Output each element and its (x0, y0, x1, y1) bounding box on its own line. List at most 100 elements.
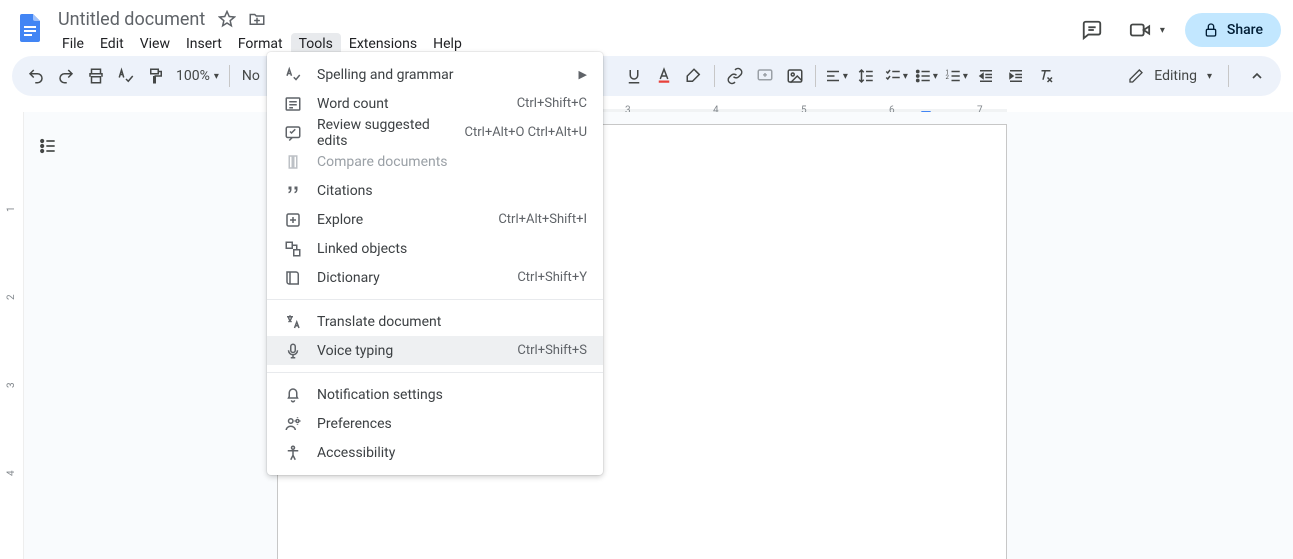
insert-image-button[interactable] (781, 62, 809, 90)
title-area: Untitled document File Edit View Insert … (54, 6, 1074, 56)
vruler-number: 4 (6, 470, 17, 476)
show-outline-button[interactable] (32, 130, 64, 162)
styles-value: No (242, 68, 260, 84)
menu-edit[interactable]: Edit (92, 33, 132, 55)
compare-icon (283, 152, 303, 172)
menu-item-citations[interactable]: Citations (267, 176, 603, 205)
redo-button[interactable] (52, 62, 80, 90)
menu-item-preferences[interactable]: Preferences (267, 409, 603, 438)
underline-button[interactable] (620, 62, 648, 90)
menu-label: Review suggested edits (317, 117, 439, 149)
menu-item-translate[interactable]: Translate document (267, 307, 603, 336)
menu-label: Preferences (317, 416, 587, 432)
menu-item-dictionary[interactable]: Dictionary Ctrl+Shift+Y (267, 263, 603, 292)
dictionary-icon (283, 268, 303, 288)
add-comment-button[interactable] (751, 62, 779, 90)
citations-icon (283, 181, 303, 201)
share-button[interactable]: Share (1185, 13, 1281, 47)
bell-icon (283, 385, 303, 405)
menu-label: Accessibility (317, 445, 587, 461)
line-spacing-button[interactable] (852, 62, 880, 90)
svg-text:2: 2 (945, 74, 949, 81)
toolbar-separator (229, 65, 230, 87)
menu-label: Explore (317, 212, 472, 228)
menu-item-spelling[interactable]: Spelling and grammar ▶ (267, 60, 603, 89)
header-right: ▾ Share (1074, 12, 1281, 48)
move-icon[interactable] (245, 7, 269, 31)
toolbar-separator (714, 65, 715, 87)
menu-label: Spelling and grammar (317, 67, 565, 83)
menu-label: Citations (317, 183, 587, 199)
microphone-icon (283, 341, 303, 361)
accessibility-icon (283, 443, 303, 463)
menu-file[interactable]: File (54, 33, 92, 55)
menu-shortcut: Ctrl+Shift+S (517, 343, 587, 358)
menu-insert[interactable]: Insert (178, 33, 230, 55)
video-dropdown-icon[interactable]: ▾ (1160, 25, 1165, 36)
document-title[interactable]: Untitled document (54, 9, 209, 30)
menu-item-notifications[interactable]: Notification settings (267, 380, 603, 409)
highlight-button[interactable] (680, 62, 708, 90)
menu-item-review[interactable]: Review suggested edits Ctrl+Alt+O Ctrl+A… (267, 118, 603, 147)
menu-label: Voice typing (317, 343, 491, 359)
clear-formatting-button[interactable] (1032, 62, 1060, 90)
print-button[interactable] (82, 62, 110, 90)
star-icon[interactable] (215, 7, 239, 31)
checklist-button[interactable]: ▾ (882, 62, 910, 90)
workspace: 1 2 3 4 (0, 112, 1293, 559)
lock-icon (1203, 22, 1219, 38)
undo-button[interactable] (22, 62, 50, 90)
toolbar: 100% ▾ No ▾ ▾ ▾ 12▾ Editing ▾ (12, 56, 1281, 96)
linked-icon (283, 239, 303, 259)
numbered-list-button[interactable]: 12▾ (942, 62, 970, 90)
vertical-ruler[interactable]: 1 2 3 4 (0, 112, 24, 559)
docs-logo-icon[interactable] (12, 10, 48, 46)
vruler-number: 1 (6, 206, 17, 212)
chevron-down-icon: ▾ (1207, 71, 1212, 82)
zoom-select[interactable]: 100% ▾ (172, 68, 223, 84)
text-color-button[interactable] (650, 62, 678, 90)
menu-label: Translate document (317, 314, 587, 330)
menu-view[interactable]: View (132, 33, 178, 55)
insert-link-button[interactable] (721, 62, 749, 90)
menu-item-linked[interactable]: Linked objects (267, 234, 603, 263)
spellcheck-icon (283, 65, 303, 85)
menu-item-wordcount[interactable]: Word count Ctrl+Shift+C (267, 89, 603, 118)
menu-label: Linked objects (317, 241, 587, 257)
align-button[interactable]: ▾ (822, 62, 850, 90)
paint-format-button[interactable] (142, 62, 170, 90)
pencil-icon (1128, 68, 1144, 84)
toolbar-container: 100% ▾ No ▾ ▾ ▾ 12▾ Editing ▾ (0, 56, 1293, 104)
review-icon (283, 123, 303, 143)
collapse-toolbar-button[interactable] (1243, 62, 1271, 90)
menu-separator (267, 372, 603, 373)
menu-shortcut: Ctrl+Alt+Shift+I (498, 212, 587, 227)
comments-icon[interactable] (1074, 12, 1110, 48)
share-label: Share (1227, 22, 1263, 38)
toolbar-separator (815, 65, 816, 87)
video-call-icon[interactable] (1122, 12, 1158, 48)
tools-menu-dropdown: Spelling and grammar ▶ Word count Ctrl+S… (267, 52, 603, 475)
editing-mode-button[interactable]: Editing ▾ (1118, 64, 1222, 88)
translate-icon (283, 312, 303, 332)
toolbar-separator (1228, 65, 1229, 87)
menu-shortcut: Ctrl+Alt+O Ctrl+Alt+U (465, 125, 587, 140)
spellcheck-button[interactable] (112, 62, 140, 90)
zoom-value: 100% (176, 68, 210, 84)
menu-shortcut: Ctrl+Shift+Y (517, 270, 587, 285)
menu-item-voice-typing[interactable]: Voice typing Ctrl+Shift+S (267, 336, 603, 365)
preferences-icon (283, 414, 303, 434)
menu-label: Compare documents (317, 154, 587, 170)
menu-item-accessibility[interactable]: Accessibility (267, 438, 603, 467)
menu-label: Dictionary (317, 270, 491, 286)
menu-item-explore[interactable]: Explore Ctrl+Alt+Shift+I (267, 205, 603, 234)
decrease-indent-button[interactable] (972, 62, 1000, 90)
vruler-number: 2 (6, 294, 17, 300)
menu-label: Word count (317, 96, 491, 112)
app-header: Untitled document File Edit View Insert … (0, 0, 1293, 56)
menu-label: Notification settings (317, 387, 587, 403)
vruler-number: 3 (6, 382, 17, 388)
increase-indent-button[interactable] (1002, 62, 1030, 90)
wordcount-icon (283, 94, 303, 114)
bulleted-list-button[interactable]: ▾ (912, 62, 940, 90)
